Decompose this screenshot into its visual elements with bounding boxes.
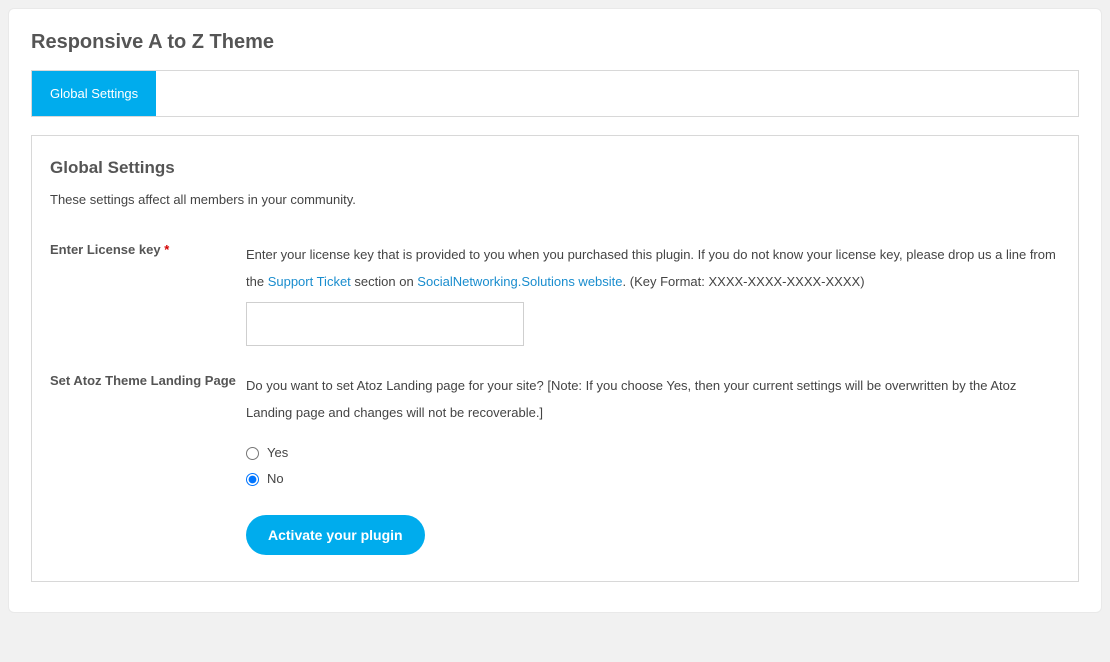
license-key-input[interactable] [246, 302, 524, 346]
panel-title: Global Settings [50, 158, 1060, 178]
landing-help-text: Do you want to set Atoz Landing page for… [246, 378, 1016, 420]
tab-global-settings[interactable]: Global Settings [32, 71, 156, 116]
landing-radio-no[interactable] [246, 473, 259, 486]
panel-description: These settings affect all members in you… [50, 192, 1060, 207]
landing-page-field: Do you want to set Atoz Landing page for… [246, 372, 1060, 489]
settings-card: Responsive A to Z Theme Global Settings … [8, 8, 1102, 613]
landing-page-row: Set Atoz Theme Landing Page Do you want … [50, 372, 1060, 489]
license-help-part3: . (Key Format: XXXX-XXXX-XXXX-XXXX) [623, 274, 865, 289]
button-row: Activate your plugin [246, 515, 1060, 555]
landing-label-yes[interactable]: Yes [267, 444, 288, 462]
landing-option-no: No [246, 470, 1060, 488]
tabs-bar: Global Settings [31, 70, 1079, 117]
required-mark: * [164, 242, 169, 257]
license-key-label: Enter License key * [50, 241, 246, 346]
license-key-field: Enter your license key that is provided … [246, 241, 1060, 346]
license-key-row: Enter License key * Enter your license k… [50, 241, 1060, 346]
activate-plugin-button[interactable]: Activate your plugin [246, 515, 425, 555]
license-key-label-text: Enter License key [50, 242, 161, 257]
landing-page-label: Set Atoz Theme Landing Page [50, 372, 246, 489]
landing-option-yes: Yes [246, 444, 1060, 462]
support-ticket-link[interactable]: Support Ticket [268, 274, 351, 289]
global-settings-panel: Global Settings These settings affect al… [31, 135, 1079, 582]
landing-radio-yes[interactable] [246, 447, 259, 460]
page-title: Responsive A to Z Theme [31, 31, 1079, 54]
license-help-part2: section on [351, 274, 418, 289]
landing-label-no[interactable]: No [267, 470, 284, 488]
sns-website-link[interactable]: SocialNetworking.Solutions website [417, 274, 622, 289]
